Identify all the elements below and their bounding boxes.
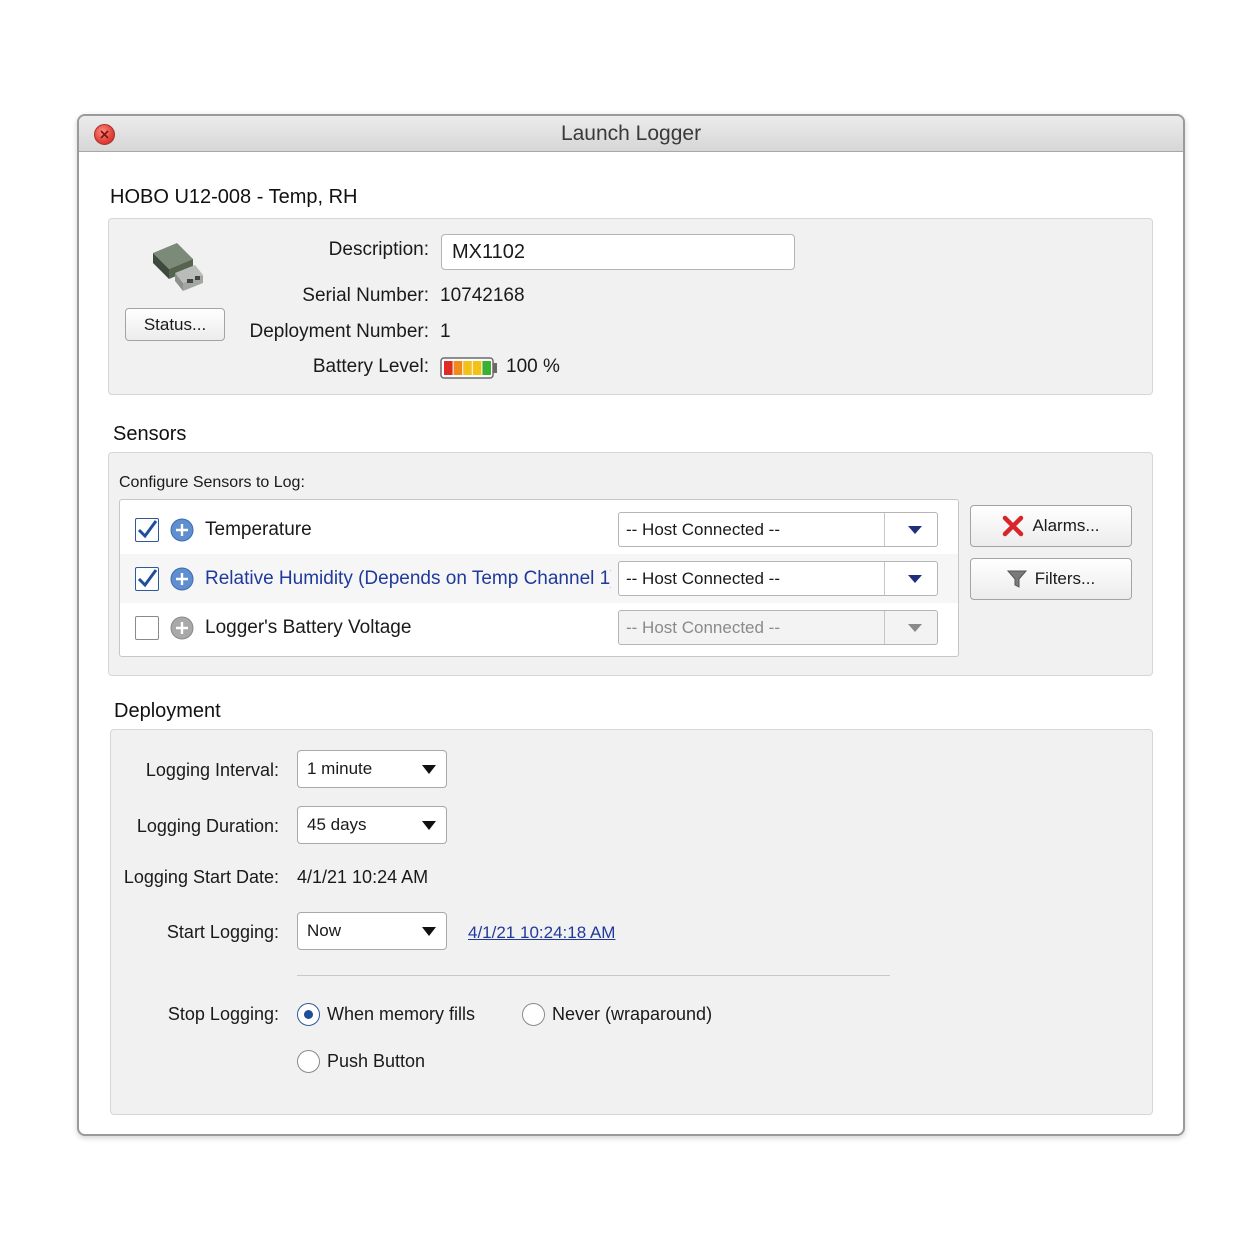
battery-cell bbox=[472, 361, 482, 375]
device-heading: HOBO U12-008 - Temp, RH bbox=[110, 186, 358, 208]
sensor-channel-value: -- Host Connected -- bbox=[626, 520, 780, 539]
configure-sensors-label: Configure Sensors to Log: bbox=[119, 474, 305, 491]
start-logging-time-link[interactable]: 4/1/21 10:24:18 AM bbox=[468, 923, 615, 943]
sensor-channel-dropdown-temperature[interactable]: -- Host Connected -- bbox=[618, 512, 938, 547]
window-title: Launch Logger bbox=[560, 122, 702, 145]
sensors-heading: Sensors bbox=[113, 423, 187, 445]
description-label: Description: bbox=[328, 239, 429, 260]
chevron-down-icon bbox=[908, 624, 922, 632]
deployment-panel: Logging Interval: 1 minute Logging Durat… bbox=[110, 729, 1153, 1115]
checkmark-icon bbox=[137, 569, 158, 588]
stop-logging-label: Stop Logging: bbox=[167, 1004, 279, 1024]
logging-start-date-label: Logging Start Date: bbox=[123, 867, 279, 887]
serial-number-value: 10742168 bbox=[440, 285, 525, 306]
sensor-channel-dropdown-humidity[interactable]: -- Host Connected -- bbox=[618, 561, 938, 596]
stop-never-wraparound-radio[interactable] bbox=[522, 1003, 545, 1026]
deployment-number-label: Deployment Number: bbox=[249, 321, 429, 342]
filters-button[interactable]: Filters... bbox=[970, 558, 1132, 600]
title-bar: Launch Logger bbox=[79, 116, 1183, 152]
sensor-checkbox-battery-voltage[interactable] bbox=[135, 616, 159, 640]
battery-level-label: Battery Level: bbox=[312, 356, 429, 377]
chevron-down-icon bbox=[422, 821, 436, 830]
stop-never-wraparound-label[interactable]: Never (wraparound) bbox=[552, 1004, 712, 1025]
stop-when-memory-fills-radio[interactable] bbox=[297, 1003, 320, 1026]
chevron-down-icon bbox=[422, 927, 436, 936]
description-field[interactable]: MX1102 bbox=[441, 234, 795, 270]
logging-interval-label: Logging Interval: bbox=[145, 760, 279, 780]
sensor-checkbox-temperature[interactable] bbox=[135, 518, 159, 542]
sensor-name-battery-voltage: Logger's Battery Voltage bbox=[205, 617, 412, 638]
sensor-channel-value: -- Host Connected -- bbox=[626, 569, 780, 588]
deployment-heading: Deployment bbox=[114, 700, 221, 722]
sensor-name-temperature: Temperature bbox=[205, 519, 312, 540]
battery-cell bbox=[482, 361, 491, 375]
logging-interval-value: 1 minute bbox=[307, 759, 373, 778]
logging-start-date-value: 4/1/21 10:24 AM bbox=[297, 867, 429, 887]
logging-interval-dropdown[interactable]: 1 minute bbox=[297, 750, 447, 788]
battery-cell bbox=[453, 361, 463, 375]
sensors-panel: Configure Sensors to Log: Temperature --… bbox=[108, 452, 1153, 676]
sensor-channel-dropdown-battery-voltage: -- Host Connected -- bbox=[618, 610, 938, 645]
expand-plus-icon[interactable] bbox=[170, 616, 194, 640]
chevron-down-icon bbox=[908, 575, 922, 583]
serial-number-label: Serial Number: bbox=[302, 285, 429, 306]
chevron-down-icon bbox=[422, 765, 436, 774]
filter-funnel-icon bbox=[1006, 570, 1027, 588]
start-logging-value: Now bbox=[307, 921, 342, 940]
device-info-panel: Status... Description: MX1102 Serial Num… bbox=[108, 218, 1153, 395]
stop-when-memory-fills-label[interactable]: When memory fills bbox=[327, 1004, 475, 1025]
deployment-number-value: 1 bbox=[440, 321, 451, 342]
expand-plus-icon[interactable] bbox=[170, 567, 194, 591]
sensor-name-humidity[interactable]: Relative Humidity (Depends on Temp Chann… bbox=[205, 568, 611, 590]
expand-plus-icon[interactable] bbox=[170, 518, 194, 542]
chevron-down-icon bbox=[908, 526, 922, 534]
sensor-row-temperature: Temperature -- Host Connected -- bbox=[120, 505, 958, 554]
sensor-checkbox-humidity[interactable] bbox=[135, 567, 159, 591]
stop-push-button-label[interactable]: Push Button bbox=[327, 1051, 425, 1072]
battery-cell bbox=[444, 361, 453, 375]
logging-duration-dropdown[interactable]: 45 days bbox=[297, 806, 447, 844]
battery-icon bbox=[440, 357, 497, 379]
logger-device-icon bbox=[153, 243, 203, 291]
checkmark-icon bbox=[137, 520, 158, 539]
start-logging-dropdown[interactable]: Now bbox=[297, 912, 447, 950]
deployment-divider bbox=[297, 975, 890, 976]
alarms-button[interactable]: Alarms... bbox=[970, 505, 1132, 547]
sensor-channel-value: -- Host Connected -- bbox=[626, 618, 780, 637]
logging-duration-value: 45 days bbox=[307, 815, 367, 834]
launch-logger-window: Launch Logger HOBO U12-008 - Temp, RH St… bbox=[77, 114, 1185, 1136]
sensor-row-humidity: Relative Humidity (Depends on Temp Chann… bbox=[120, 554, 958, 603]
logging-duration-label: Logging Duration: bbox=[136, 816, 279, 836]
sensor-list: Temperature -- Host Connected -- Relativ… bbox=[119, 499, 959, 657]
stop-push-button-radio[interactable] bbox=[297, 1050, 320, 1073]
battery-cell bbox=[463, 361, 472, 375]
sensor-row-battery-voltage: Logger's Battery Voltage -- Host Connect… bbox=[120, 603, 958, 652]
alarm-x-icon bbox=[1003, 515, 1024, 537]
battery-level-value: 100 % bbox=[506, 356, 560, 377]
alarms-button-label: Alarms... bbox=[1032, 516, 1100, 535]
filters-button-label: Filters... bbox=[1034, 569, 1096, 588]
start-logging-label: Start Logging: bbox=[166, 922, 279, 942]
